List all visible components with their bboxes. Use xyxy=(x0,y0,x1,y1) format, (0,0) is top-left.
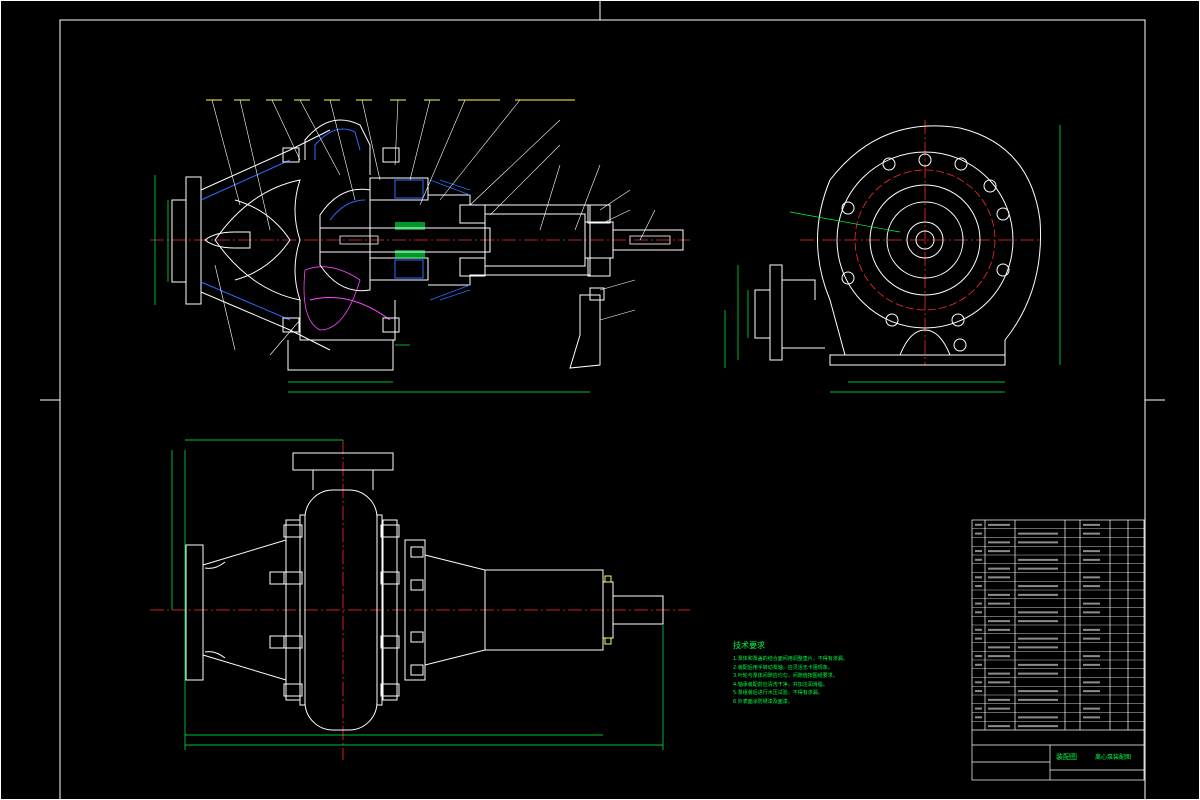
title-block-company: 离心泵装配图 xyxy=(1095,754,1132,761)
requirement-line: 5.泵组装后进行水压试验，不得有渗漏。 xyxy=(733,690,823,697)
title-block-name: 装配图 xyxy=(1056,753,1077,761)
technical-requirements-title: 技术要求 xyxy=(733,641,765,650)
requirement-line: 6.外表面涂防锈漆及面漆。 xyxy=(733,698,793,705)
plan-view xyxy=(150,439,690,760)
drawing-canvas xyxy=(0,0,1200,800)
requirement-line: 4.轴承装配前应清洗干净，并加注润滑脂。 xyxy=(733,681,828,688)
end-view xyxy=(724,120,1061,393)
drawing-frame xyxy=(0,0,1200,800)
title-block-rows xyxy=(972,528,1144,722)
technical-requirements: 技术要求 1.泵体和泵盖的结合面间用调整垫片，不得有渗漏。 2.装配后用手转动泵… xyxy=(733,640,958,707)
section-view xyxy=(150,99,690,393)
requirement-line: 3.叶轮与泵体间隙应均匀，间隙值按图纸要求。 xyxy=(733,673,838,680)
requirement-line: 2.装配后用手转动泵轴，应灵活无卡阻现象。 xyxy=(733,664,833,671)
requirement-line: 1.泵体和泵盖的结合面间用调整垫片，不得有渗漏。 xyxy=(733,656,848,662)
